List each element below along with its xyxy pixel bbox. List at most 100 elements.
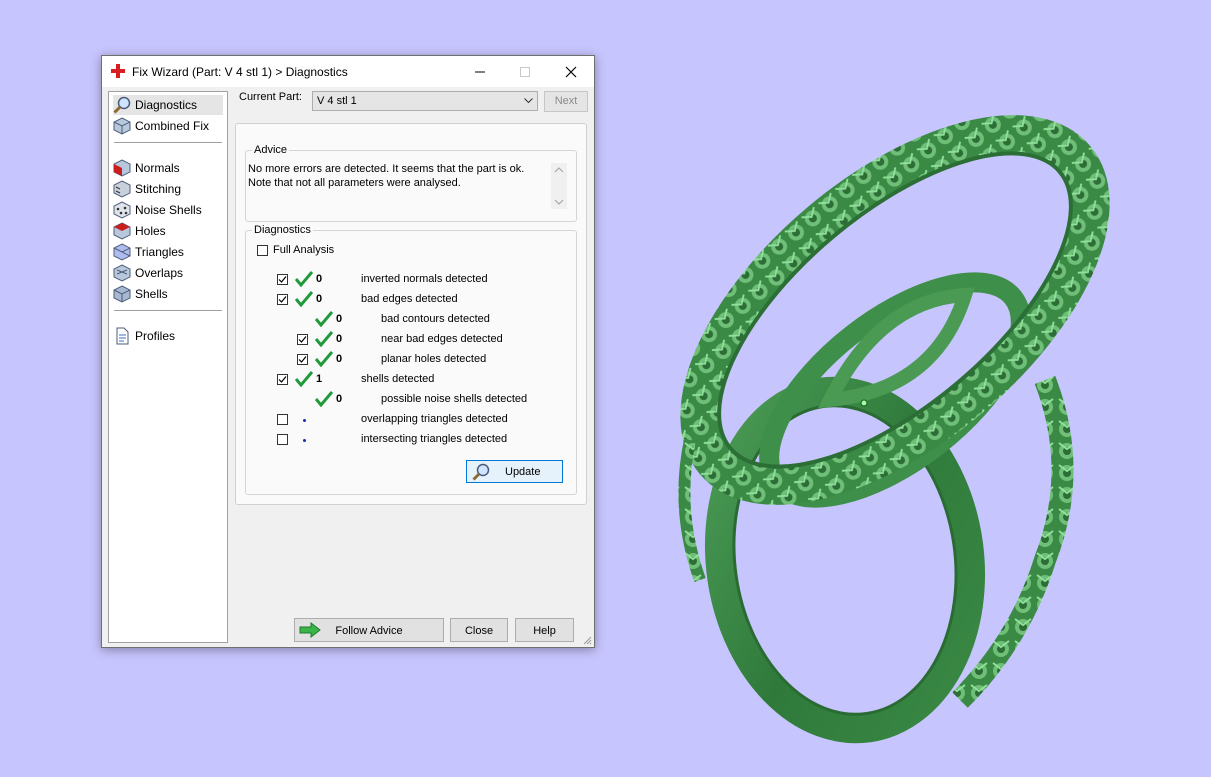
nav-item-label: Normals [135,161,180,175]
ok-check-icon [315,311,333,327]
advice-text: No more errors are detected. It seems th… [248,162,544,190]
nav-item-profiles[interactable]: Profiles [113,326,223,346]
triangles-cube-icon [113,243,131,261]
magnifier-icon [113,96,131,114]
nav-item-normals[interactable]: Normals [113,158,223,178]
row-checkbox[interactable] [277,294,288,305]
close-icon [565,66,577,77]
nav-item-label: Noise Shells [135,203,202,217]
maximize-button[interactable] [502,56,548,87]
ok-check-icon [315,391,333,407]
red-cross-icon [111,64,125,78]
row-count: 0 [316,293,323,305]
row-label: possible noise shells detected [381,393,528,405]
title-bar[interactable]: Fix Wizard (Part: V 4 stl 1) > Diagnosti… [102,56,594,87]
nav-item-stitching[interactable]: Stitching [113,179,223,199]
nav-item-label: Triangles [135,245,184,259]
row-count: 0 [336,333,343,345]
help-label: Help [533,625,556,637]
nav-item-noise-shells[interactable]: Noise Shells [113,200,223,220]
stitching-cube-icon [113,180,131,198]
full-analysis-checkbox[interactable] [257,245,268,256]
wizard-nav: Diagnostics Combined Fix Normals Stitchi… [108,91,228,643]
maximize-icon [520,66,530,77]
nav-item-label: Holes [135,224,166,238]
row-count: 0 [336,353,343,365]
shells-cube-icon [113,285,131,303]
row-checkbox[interactable] [277,434,288,445]
next-button[interactable]: Next [544,91,588,112]
row-label: near bad edges detected [381,333,503,345]
ok-check-icon [295,271,313,287]
minimize-icon [475,71,485,72]
nav-item-diagnostics[interactable]: Diagnostics [113,95,223,115]
chevron-down-icon [524,98,533,104]
row-label: bad contours detected [381,313,490,325]
advice-scrollbar[interactable] [551,163,567,209]
noise-shells-icon [113,201,131,219]
row-checkbox[interactable] [277,274,288,285]
row-label: shells detected [361,373,435,385]
row-count: 0 [336,393,343,405]
nav-item-label: Shells [135,287,168,301]
magnifier-icon [472,463,490,481]
current-part-select[interactable]: V 4 stl 1 [312,91,538,111]
not-analysed-dot-icon [303,439,306,442]
ok-check-icon [315,351,333,367]
row-label: intersecting triangles detected [361,433,508,445]
row-checkbox[interactable] [297,334,308,345]
not-analysed-dot-icon [303,419,306,422]
scroll-down-icon [554,199,564,205]
update-button[interactable]: Update [466,460,563,483]
checkmark-icon [298,356,307,363]
checkmark-icon [298,336,307,343]
checkmark-icon [278,276,287,283]
current-part-label: Current Part: [239,91,302,103]
nav-divider [114,142,222,143]
full-analysis-label: Full Analysis [273,244,335,256]
diagnostics-panel: Advice No more errors are detected. It s… [235,123,587,505]
nav-item-combined-fix[interactable]: Combined Fix [113,116,223,136]
advice-line-2: Note that not all parameters were analys… [248,177,461,189]
holes-cube-icon [113,222,131,240]
nav-item-label: Diagnostics [135,98,198,112]
row-count: 0 [336,313,343,325]
minimize-button[interactable] [457,56,503,87]
row-label: inverted normals detected [361,273,488,285]
row-checkbox[interactable] [277,374,288,385]
nav-item-label: Profiles [135,329,176,343]
row-label: planar holes detected [381,353,487,365]
current-part-value: V 4 stl 1 [317,95,357,107]
nav-item-overlaps[interactable]: Overlaps [113,263,223,283]
ok-check-icon [295,371,313,387]
nav-item-triangles[interactable]: Triangles [113,242,223,262]
close-button[interactable]: Close [450,618,508,642]
close-window-button[interactable] [548,56,594,87]
nav-item-holes[interactable]: Holes [113,221,223,241]
scroll-up-icon [554,167,564,173]
ring-model [678,115,1110,744]
row-count: 0 [316,273,323,285]
advice-line-1: No more errors are detected. It seems th… [248,163,525,175]
advice-title: Advice [252,144,290,156]
close-label: Close [464,625,494,637]
nav-item-shells[interactable]: Shells [113,284,223,304]
overlaps-cube-icon [113,264,131,282]
help-button[interactable]: Help [515,618,574,642]
document-icon [116,327,129,345]
window-title: Fix Wizard (Part: V 4 stl 1) > Diagnosti… [132,65,348,79]
row-checkbox[interactable] [277,414,288,425]
row-checkbox[interactable] [297,354,308,365]
resize-grip-icon[interactable] [582,635,592,645]
nav-item-label: Stitching [135,182,182,196]
nav-item-label: Overlaps [135,266,184,280]
diagnostics-title: Diagnostics [252,224,313,236]
ok-check-icon [295,291,313,307]
follow-advice-button[interactable]: Follow Advice [294,618,444,642]
nav-divider [114,310,222,311]
update-label: Update [505,466,541,478]
checkmark-icon [278,376,287,383]
row-label: bad edges detected [361,293,458,305]
follow-advice-label: Follow Advice [335,625,403,637]
nav-item-label: Combined Fix [135,119,210,133]
